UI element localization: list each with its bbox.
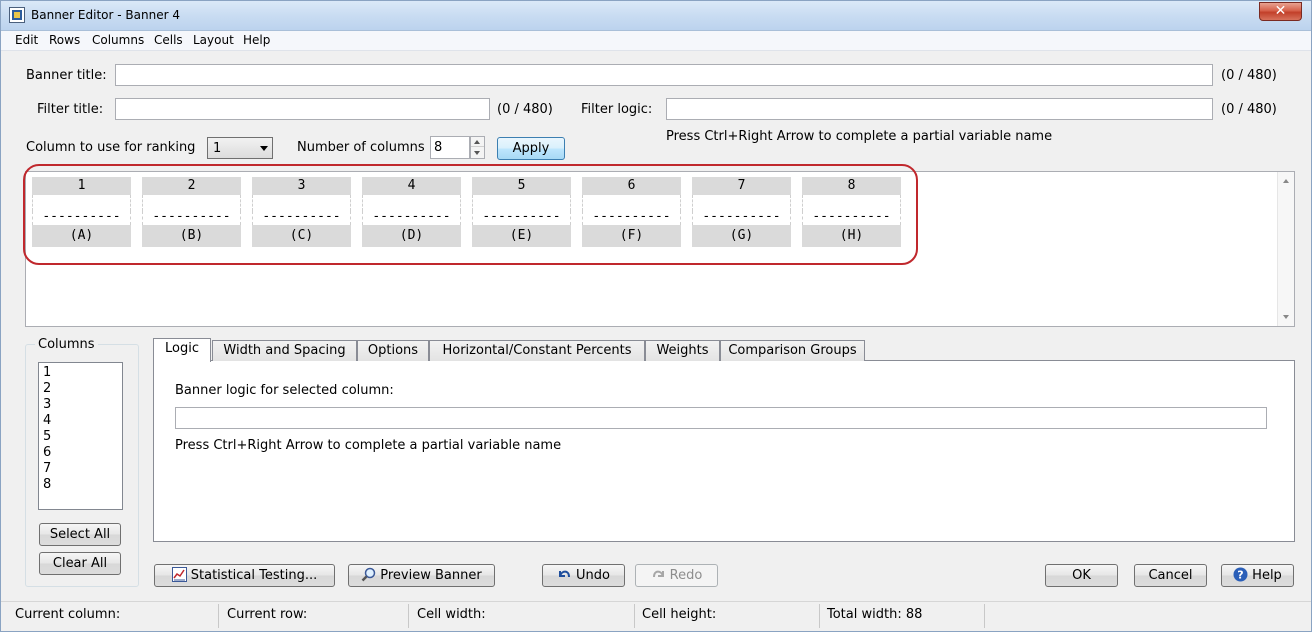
scroll-up-icon[interactable] xyxy=(1283,179,1289,183)
undo-icon xyxy=(557,567,572,582)
window-title: Banner Editor - Banner 4 xyxy=(31,8,180,22)
svg-text:?: ? xyxy=(1237,569,1243,582)
grid-vertical-scrollbar[interactable] xyxy=(1277,172,1294,326)
filter-logic-count: (0 / 480) xyxy=(1221,102,1277,117)
spin-down-icon[interactable] xyxy=(471,148,484,158)
list-item[interactable]: 8 xyxy=(43,477,51,493)
filter-logic-label: Filter logic: xyxy=(581,102,653,117)
statistical-testing-label: Statistical Testing... xyxy=(190,568,318,583)
menu-cells[interactable]: Cells xyxy=(154,33,183,47)
filter-title-input[interactable] xyxy=(115,98,490,120)
undo-button[interactable]: Undo xyxy=(542,564,625,587)
filter-logic-hint: Press Ctrl+Right Arrow to complete a par… xyxy=(666,129,1053,144)
status-total-width: Total width: 88 xyxy=(823,604,985,628)
list-item[interactable]: 1 xyxy=(43,365,51,381)
banner-logic-hint: Press Ctrl+Right Arrow to complete a par… xyxy=(175,438,562,453)
list-item[interactable]: 7 xyxy=(43,461,51,477)
list-item[interactable]: 4 xyxy=(43,413,51,429)
title-bar[interactable]: Banner Editor - Banner 4 ✕ xyxy=(1,1,1311,31)
menu-layout[interactable]: Layout xyxy=(193,33,234,47)
columns-group-title: Columns xyxy=(35,337,98,352)
tab-width-and-spacing[interactable]: Width and Spacing xyxy=(212,340,357,361)
menu-columns[interactable]: Columns xyxy=(92,33,144,47)
banner-editor-window: Banner Editor - Banner 4 ✕ Edit Rows Col… xyxy=(0,0,1312,632)
status-current-row: Current row: xyxy=(223,604,409,628)
banner-title-input[interactable] xyxy=(115,64,1213,86)
list-item[interactable]: 6 xyxy=(43,445,51,461)
tab-logic[interactable]: Logic xyxy=(153,338,211,362)
status-cell-height: Cell height: xyxy=(638,604,820,628)
cancel-button[interactable]: Cancel xyxy=(1134,564,1207,587)
status-current-column: Current column: xyxy=(11,604,219,628)
ranking-select[interactable]: 1 xyxy=(207,137,273,159)
ranking-value: 1 xyxy=(213,141,222,156)
close-button[interactable]: ✕ xyxy=(1259,2,1302,21)
num-columns-input[interactable]: 8 xyxy=(430,136,470,159)
tab-comparison-groups[interactable]: Comparison Groups xyxy=(720,340,865,361)
num-columns-label: Number of columns xyxy=(297,140,425,155)
menu-edit[interactable]: Edit xyxy=(15,33,38,47)
help-label: Help xyxy=(1252,568,1282,583)
preview-banner-button[interactable]: Preview Banner xyxy=(348,564,495,587)
statistical-testing-button[interactable]: Statistical Testing... xyxy=(154,564,335,587)
redo-label: Redo xyxy=(669,568,703,583)
filter-title-label: Filter title: xyxy=(37,102,104,117)
redo-icon xyxy=(651,567,666,582)
highlight-annotation xyxy=(23,164,918,265)
filter-title-count: (0 / 480) xyxy=(497,102,553,117)
spin-up-icon[interactable] xyxy=(471,137,484,147)
tab-options[interactable]: Options xyxy=(357,340,429,361)
banner-logic-input[interactable] xyxy=(175,407,1267,429)
status-cell-width: Cell width: xyxy=(413,604,635,628)
preview-banner-label: Preview Banner xyxy=(380,568,482,583)
help-button[interactable]: ? Help xyxy=(1221,564,1294,587)
chart-icon xyxy=(171,567,187,582)
num-columns-value: 8 xyxy=(434,140,443,155)
apply-button[interactable]: Apply xyxy=(497,137,565,160)
banner-title-count: (0 / 480) xyxy=(1221,68,1277,83)
menu-bar: Edit Rows Columns Cells Layout Help xyxy=(1,31,1311,51)
magnifier-icon xyxy=(361,567,376,582)
tab-horizontal-constant-percents[interactable]: Horizontal/Constant Percents xyxy=(429,340,645,361)
undo-label: Undo xyxy=(576,568,610,583)
select-all-button[interactable]: Select All xyxy=(39,523,121,546)
list-item[interactable]: 2 xyxy=(43,381,51,397)
scroll-down-icon[interactable] xyxy=(1283,315,1289,319)
filter-logic-input[interactable] xyxy=(666,98,1213,120)
clear-all-button[interactable]: Clear All xyxy=(39,552,121,575)
list-item[interactable]: 5 xyxy=(43,429,51,445)
redo-button[interactable]: Redo xyxy=(635,564,718,587)
list-item[interactable]: 3 xyxy=(43,397,51,413)
chevron-down-icon xyxy=(260,146,268,151)
tab-weights[interactable]: Weights xyxy=(645,340,720,361)
help-icon: ? xyxy=(1233,567,1248,582)
status-bar: Current column: Current row: Cell width:… xyxy=(1,601,1311,631)
columns-list[interactable]: 1 2 3 4 5 6 7 8 xyxy=(38,362,123,510)
menu-help[interactable]: Help xyxy=(243,33,270,47)
banner-title-label: Banner title: xyxy=(26,68,107,83)
menu-rows[interactable]: Rows xyxy=(49,33,80,47)
app-icon xyxy=(9,7,25,23)
logic-tab-panel: Banner logic for selected column: Press … xyxy=(153,360,1295,542)
ok-button[interactable]: OK xyxy=(1045,564,1118,587)
num-columns-spinner[interactable] xyxy=(470,136,485,159)
banner-logic-label: Banner logic for selected column: xyxy=(175,383,394,398)
ranking-label: Column to use for ranking xyxy=(26,140,196,155)
